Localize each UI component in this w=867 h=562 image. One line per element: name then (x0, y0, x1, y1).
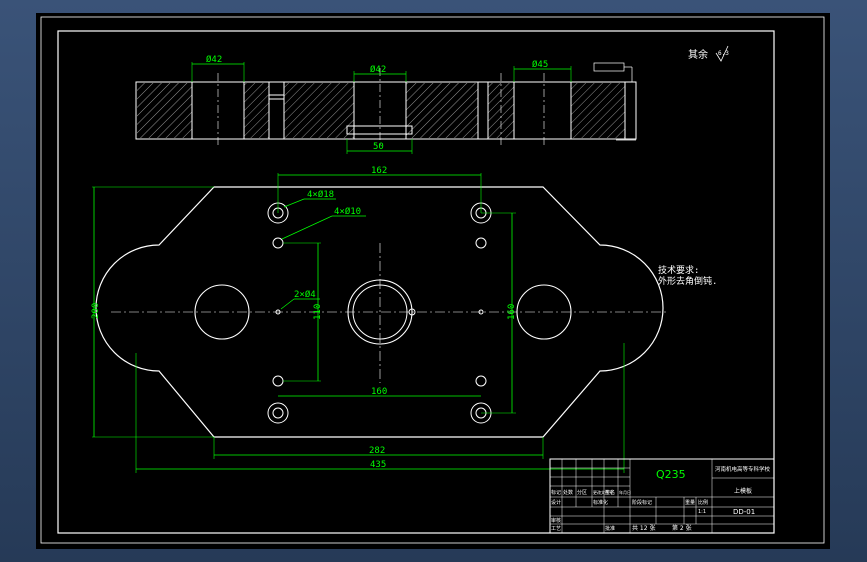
dim-side-bottom: 50 (373, 142, 384, 152)
tb-weight: 重量 (685, 499, 695, 506)
dim-holes-18: 4×Ø18 (307, 189, 334, 200)
dim-height-160: 160 (507, 304, 517, 320)
sheet-total: 共 12 张 (632, 524, 655, 532)
dim-side-right-dia: Ø45 (532, 59, 548, 70)
tb-row-sign: 签名 (605, 489, 615, 496)
section-view (135, 68, 637, 148)
plan-dimensions: 162 4×Ø18 4×Ø10 2×Ø4 200 110 160 160 282… (91, 166, 625, 473)
tb-ratio: 比例 (698, 499, 708, 506)
dim-holes-4: 2×Ø4 (294, 289, 316, 300)
tb-process: 工艺 (551, 526, 561, 532)
dim-holes-10: 4×Ø10 (334, 206, 361, 217)
dim-top-dist: 162 (371, 166, 387, 176)
school-label: 河南机电高等专科学校 (715, 465, 771, 473)
tb-row-date: 年月日 (619, 489, 631, 495)
dim-height-110: 110 (313, 304, 323, 320)
tb-approve: 批准 (605, 525, 615, 532)
tb-review: 审核 (551, 517, 561, 524)
dim-side-left-dia: Ø42 (206, 54, 222, 65)
tech-requirements-note: 外形去角倒钝. (658, 275, 717, 287)
plan-view (95, 186, 666, 438)
part-name-label: 上模板 (734, 487, 752, 495)
roughness-label: 其余 (688, 48, 708, 61)
dim-height-200: 200 (91, 303, 101, 319)
cad-drawing: 其余 6.3 Ø42 Ø42 Ø45 50 162 4×Ø18 4×Ø10 2×… (40, 16, 825, 544)
drawing-canvas[interactable]: 其余 6.3 Ø42 Ø42 Ø45 50 162 4×Ø18 4×Ø10 2×… (36, 13, 830, 549)
tb-row-zone: 分区 (577, 489, 587, 496)
scale-label: 1:1 (698, 509, 706, 515)
tech-requirements-title: 技术要求: (658, 264, 699, 276)
dim-width-282: 282 (369, 446, 385, 456)
dim-width-435: 435 (370, 460, 386, 470)
tb-row-mark: 标记 (551, 489, 561, 496)
tb-row-count: 处数 (563, 489, 573, 496)
drawing-number-label: DD-01 (733, 508, 755, 516)
material-label: Q235 (656, 468, 686, 481)
tb-stage: 阶段标记 (632, 499, 652, 506)
cad-application-window: 其余 6.3 Ø42 Ø42 Ø45 50 162 4×Ø18 4×Ø10 2×… (0, 0, 867, 562)
sheet-number: 第 2 张 (672, 524, 692, 532)
tb-standard: 标准化 (593, 499, 608, 506)
title-block: Q235 河南机电高等专科学校 上模板 DD-01 标记 处数 分区 更改文件号… (549, 458, 775, 534)
dim-side-mid-dia: Ø42 (370, 64, 386, 75)
tb-design: 设计 (551, 499, 561, 506)
dim-width-160: 160 (371, 387, 387, 397)
